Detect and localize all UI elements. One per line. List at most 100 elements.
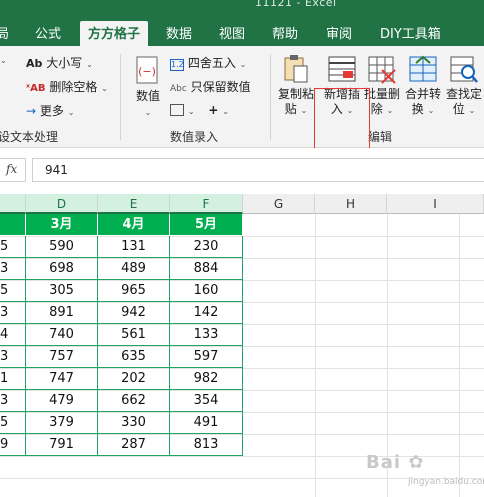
fx-button[interactable]: fx — [0, 158, 26, 182]
baidu-watermark: Bai ✿ — [366, 452, 425, 473]
plus-icon[interactable]: + — [208, 103, 218, 117]
ribbon-arrow-item[interactable]: ⌄ — [0, 52, 7, 66]
table-cell[interactable]: 635 — [98, 346, 170, 368]
abc-icon: Abc — [170, 84, 187, 94]
table-cell[interactable]: 884 — [170, 258, 243, 280]
table-cell-stub[interactable]: 5 — [0, 280, 26, 302]
find-locate-label: 查找定 — [445, 87, 482, 101]
tab-help[interactable]: 帮助 — [272, 23, 298, 42]
table-cell[interactable]: 491 — [170, 412, 243, 434]
table-cell[interactable]: 590 — [26, 236, 98, 258]
tab-data[interactable]: 数据 — [166, 23, 192, 42]
table-cell[interactable]: 757 — [26, 346, 98, 368]
table-cell-stub[interactable]: 4 — [0, 324, 26, 346]
copy-paste-label: 复制粘 — [278, 87, 315, 101]
keep-value-button[interactable]: Abc 只保留数值 — [170, 78, 251, 95]
table-header-march[interactable]: 3月 — [26, 214, 98, 236]
table-cell-stub[interactable]: 9 — [0, 434, 26, 456]
table-cell[interactable]: 479 — [26, 390, 98, 412]
chevron-down-icon: ⌄ — [427, 106, 435, 115]
tab-fangfang[interactable]: 方方格子 — [80, 21, 149, 46]
column-header-e[interactable]: E — [98, 194, 170, 214]
table-cell[interactable]: 561 — [98, 324, 170, 346]
tab-layout[interactable]: 局 — [0, 23, 9, 42]
more-button[interactable]: → 更多 ⌄ — [26, 102, 74, 119]
table-cell[interactable]: 965 — [98, 280, 170, 302]
chevron-down-icon: ⌄ — [0, 56, 7, 65]
ribbon: ⌄ Ab 大小写 ⌄ ˣAB 删除空格 ⌄ → 更多 ⌄ 设文本处理 (−) 数… — [0, 46, 484, 172]
table-cell[interactable]: 747 — [26, 368, 98, 390]
table-cell[interactable]: 379 — [26, 412, 98, 434]
table-cell-stub[interactable]: 1 — [0, 368, 26, 390]
edit-cell-icon[interactable] — [170, 104, 184, 116]
number-tools-row: ⌄ + ⌄ — [170, 102, 229, 117]
chevron-down-icon: ⌄ — [144, 108, 152, 117]
table-cell[interactable]: 791 — [26, 434, 98, 456]
table-cell[interactable]: 354 — [170, 390, 243, 412]
table-cell[interactable]: 142 — [170, 302, 243, 324]
column-header-g[interactable]: G — [243, 194, 315, 214]
tab-formulas[interactable]: 公式 — [35, 23, 61, 42]
ribbon-tabs: 局 公式 方方格子 数据 视图 帮助 审阅 DIY工具箱 — [0, 18, 484, 46]
table-cell[interactable]: 740 — [26, 324, 98, 346]
case-button[interactable]: Ab 大小写 ⌄ — [26, 54, 93, 71]
table-cell-stub[interactable]: 5 — [0, 412, 26, 434]
value-label: 数值 — [135, 89, 160, 103]
table-cell[interactable]: 305 — [26, 280, 98, 302]
table-cell-stub[interactable]: 5 — [0, 236, 26, 258]
number-group-label: 数值录入 — [170, 130, 219, 144]
table-cell[interactable]: 133 — [170, 324, 243, 346]
column-header-d[interactable]: D — [26, 194, 98, 214]
round-label: 四舍五入 — [187, 56, 236, 70]
fx-icon: fx — [6, 162, 18, 176]
table-cell[interactable]: 813 — [170, 434, 243, 456]
tab-review[interactable]: 审阅 — [326, 23, 352, 42]
tab-view[interactable]: 视图 — [219, 23, 245, 42]
column-header-h[interactable]: H — [315, 194, 387, 214]
formula-bar: fx 941 — [0, 148, 484, 194]
merge-convert-label-2: 换 ⌄ — [411, 102, 435, 116]
table-cell-stub[interactable]: 3 — [0, 390, 26, 412]
edit-group-label: 编辑 — [368, 130, 393, 144]
table-cell-stub[interactable]: 3 — [0, 346, 26, 368]
table-cell[interactable]: 662 — [98, 390, 170, 412]
table-header-may[interactable]: 5月 — [170, 214, 243, 236]
find-locate-button[interactable]: 查找定 位 ⌄ — [444, 54, 484, 118]
table-cell[interactable]: 942 — [98, 302, 170, 324]
table-cell[interactable]: 489 — [98, 258, 170, 280]
table-cell[interactable]: 230 — [170, 236, 243, 258]
table-header-partial[interactable] — [0, 214, 26, 236]
column-header-i[interactable]: I — [387, 194, 484, 214]
more-label: 更多 — [39, 104, 64, 118]
column-header-f[interactable]: F — [170, 194, 243, 214]
chevron-down-icon: ⌄ — [86, 60, 93, 69]
merge-convert-button[interactable]: 合并转 换 ⌄ — [404, 54, 442, 118]
table-cell-stub[interactable]: 3 — [0, 258, 26, 280]
chevron-down-icon[interactable]: ⌄ — [222, 107, 229, 116]
round-button[interactable]: 1.2 四舍五入 ⌄ — [170, 54, 246, 71]
table-cell-stub[interactable]: 3 — [0, 302, 26, 324]
chevron-down-icon[interactable]: ⌄ — [188, 107, 195, 116]
chevron-down-icon: ⌄ — [101, 84, 108, 93]
title-bar: 11121 - Excel — [0, 0, 484, 18]
copy-paste-button[interactable]: 复制粘 贴 ⌄ — [278, 54, 314, 118]
table-cell[interactable]: 330 — [98, 412, 170, 434]
table-cell[interactable]: 982 — [170, 368, 243, 390]
table-cell[interactable]: 891 — [26, 302, 98, 324]
text-group-label: 设文本处理 — [0, 130, 59, 144]
table-cell[interactable]: 597 — [170, 346, 243, 368]
formula-input[interactable]: 941 — [32, 158, 484, 182]
table-cell[interactable]: 698 — [26, 258, 98, 280]
svg-text:(−): (−) — [138, 65, 156, 78]
table-cell[interactable]: 131 — [98, 236, 170, 258]
column-header-partial[interactable] — [0, 194, 26, 214]
watermark-url: jingyan.baidu.com — [408, 477, 484, 487]
merge-convert-icon — [409, 55, 437, 82]
table-header-april[interactable]: 4月 — [98, 214, 170, 236]
tab-diy-toolbox[interactable]: DIY工具箱 — [380, 23, 441, 42]
remove-space-button[interactable]: ˣAB 删除空格 ⌄ — [26, 78, 108, 95]
table-cell[interactable]: 160 — [170, 280, 243, 302]
table-cell[interactable]: 202 — [98, 368, 170, 390]
value-button[interactable]: (−) 数值 ⌄ — [131, 56, 165, 118]
table-cell[interactable]: 287 — [98, 434, 170, 456]
